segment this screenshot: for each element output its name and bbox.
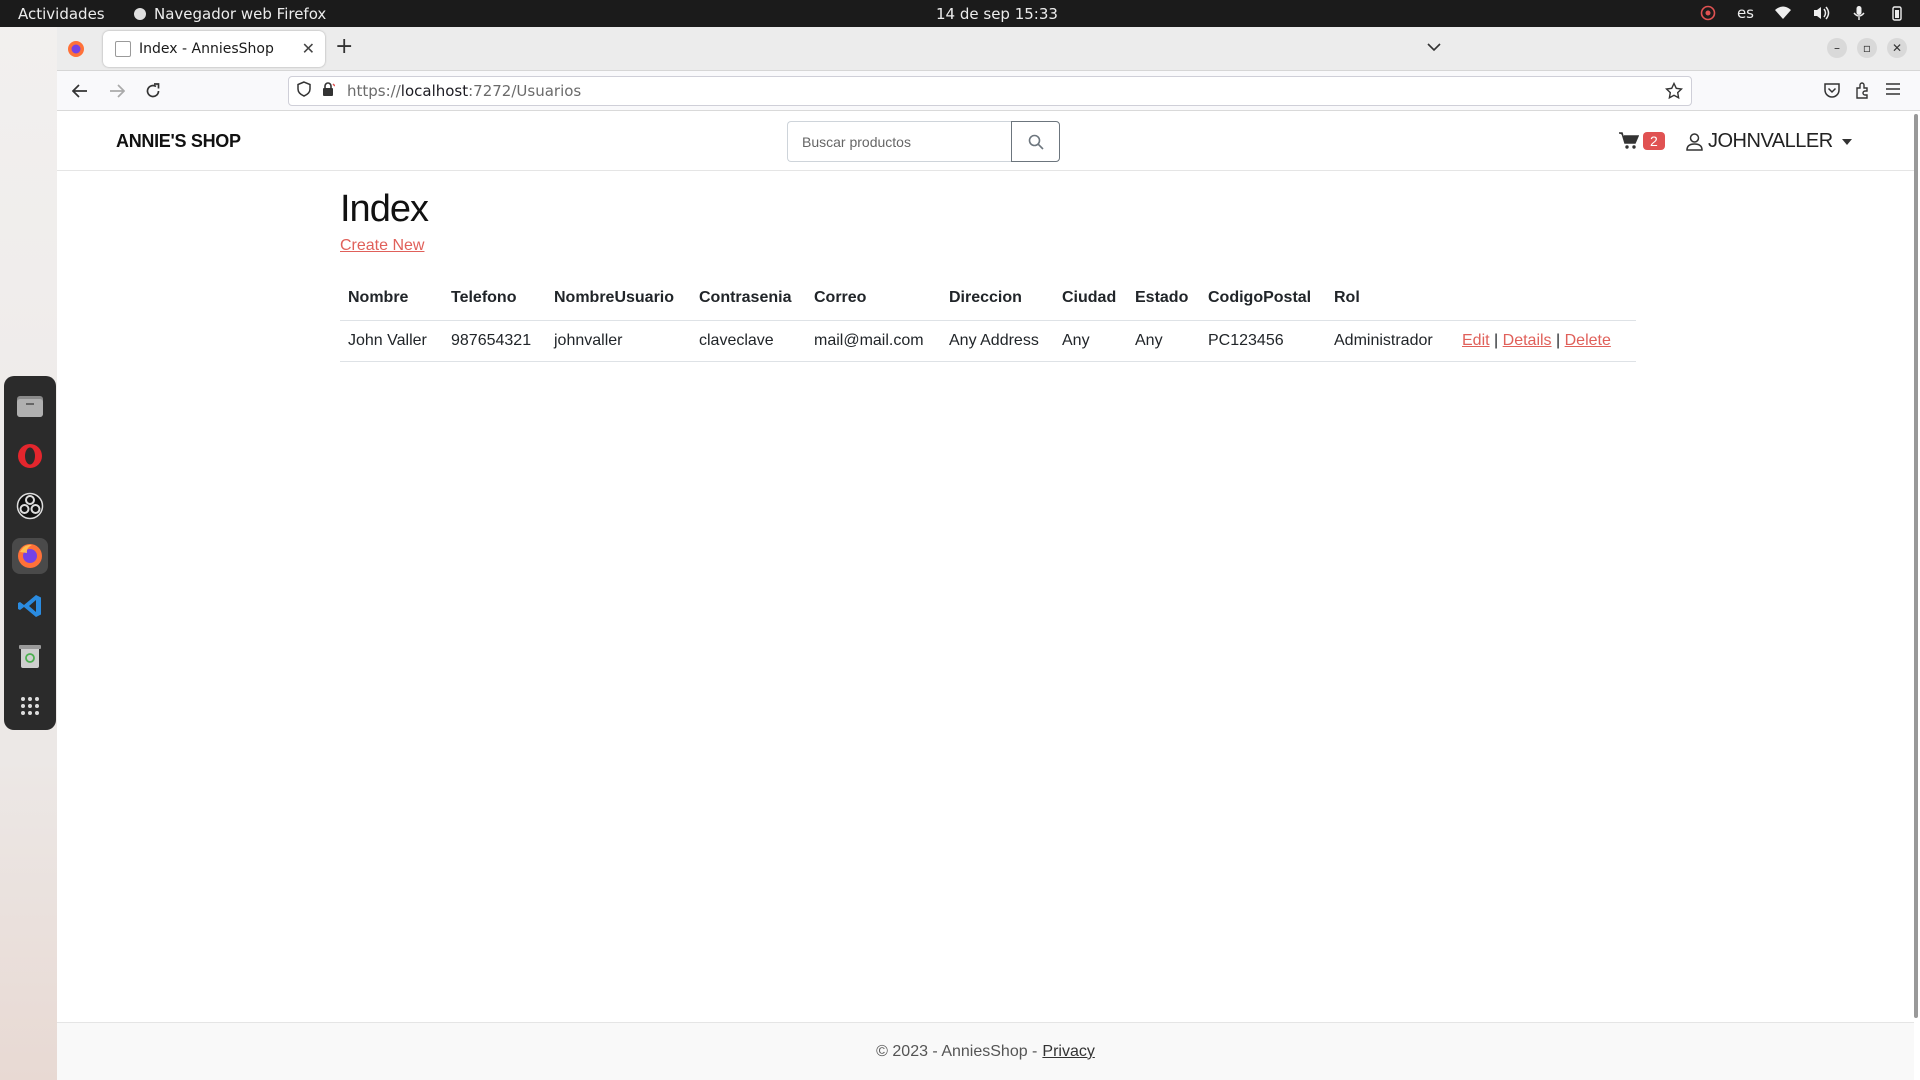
navigation-toolbar: https://localhost:7272/Usuarios — [57, 71, 1920, 111]
bookmark-star-icon[interactable] — [1664, 81, 1684, 104]
user-name: JOHNVALLER — [1708, 130, 1833, 152]
actions-column-header — [1454, 277, 1636, 321]
action-separator: | — [1494, 331, 1499, 349]
obs-studio-icon[interactable] — [12, 488, 48, 524]
volume-icon[interactable] — [1812, 4, 1830, 22]
keyboard-language[interactable]: es — [1737, 4, 1754, 22]
wifi-icon[interactable] — [1774, 4, 1792, 22]
firefox-view-icon[interactable] — [67, 40, 85, 58]
firefox-app-icon — [134, 8, 146, 20]
column-header: Rol — [1326, 277, 1454, 321]
page-title: Index — [340, 188, 429, 230]
files-icon[interactable] — [12, 388, 48, 424]
close-window-icon[interactable]: ✕ — [1887, 38, 1907, 58]
search-icon — [1028, 134, 1044, 150]
forward-icon[interactable] — [107, 81, 127, 101]
system-tray[interactable]: es — [1699, 4, 1906, 22]
close-tab-icon[interactable]: ✕ — [302, 39, 315, 58]
tracking-protection-icon[interactable] — [297, 81, 311, 101]
reload-icon[interactable] — [143, 81, 163, 101]
column-header: CodigoPostal — [1200, 277, 1326, 321]
cart-button[interactable]: 2 — [1619, 132, 1665, 150]
minimize-window-icon[interactable]: – — [1827, 38, 1847, 58]
dock — [4, 376, 56, 730]
tab-index-anniesshop[interactable]: Index - AnniesShop ✕ — [103, 31, 325, 67]
vscode-icon[interactable] — [12, 588, 48, 624]
column-header: Contrasenia — [691, 277, 806, 321]
main-content: Index Create New Nombre Telefono NombreU… — [340, 188, 1640, 362]
url-text: https://localhost:7272/Usuarios — [347, 82, 582, 100]
cell-rol: Administrador — [1326, 320, 1454, 362]
chevron-down-icon — [1841, 138, 1852, 145]
new-tab-icon[interactable]: + — [335, 36, 353, 58]
site-security-icon[interactable] — [321, 81, 336, 101]
column-header: Nombre — [340, 277, 443, 321]
site-header: ANNIE'S SHOP 2 JOHNVALLER — [57, 112, 1914, 171]
cell-actions: Edit | Details | Delete — [1454, 320, 1636, 362]
user-icon — [1686, 132, 1703, 151]
firefox-window: Index - AnniesShop ✕ + – ▫ ✕ https://loc… — [57, 27, 1920, 1080]
power-menu-icon[interactable] — [1888, 4, 1906, 22]
cell-codigopostal: PC123456 — [1200, 320, 1326, 362]
table-row: John Valler 987654321 johnvaller clavecl… — [340, 320, 1636, 362]
users-table: Nombre Telefono NombreUsuario Contraseni… — [340, 277, 1636, 362]
footer-copyright: © 2023 - AnniesShop - — [876, 1042, 1038, 1060]
cell-ciudad: Any — [1054, 320, 1127, 362]
chrome-remote-icon[interactable] — [1699, 4, 1717, 22]
app-menu[interactable]: Navegador web Firefox — [134, 5, 326, 23]
cell-nombreusuario: johnvaller — [546, 320, 691, 362]
search-button[interactable] — [1011, 121, 1060, 162]
site-brand[interactable]: ANNIE'S SHOP — [116, 131, 241, 152]
column-header: Estado — [1127, 277, 1200, 321]
microphone-icon[interactable] — [1850, 4, 1868, 22]
maximize-window-icon[interactable]: ▫ — [1857, 38, 1877, 58]
user-dropdown[interactable]: JOHNVALLER — [1686, 130, 1852, 153]
product-search — [787, 121, 1060, 162]
column-header: Ciudad — [1054, 277, 1127, 321]
cell-contrasenia: claveclave — [691, 320, 806, 362]
opera-icon[interactable] — [12, 438, 48, 474]
address-bar[interactable]: https://localhost:7272/Usuarios — [288, 76, 1692, 106]
cell-nombre: John Valler — [340, 320, 443, 362]
delete-link[interactable]: Delete — [1565, 332, 1611, 349]
site-footer: © 2023 - AnniesShop - Privacy — [57, 1022, 1914, 1080]
clock[interactable]: 14 de sep 15:33 — [936, 5, 1058, 23]
column-header: Telefono — [443, 277, 546, 321]
cell-estado: Any — [1127, 320, 1200, 362]
page-favicon-icon — [115, 41, 131, 57]
action-separator: | — [1556, 331, 1561, 349]
web-page: ANNIE'S SHOP 2 JOHNVALLER Index Create N… — [57, 112, 1920, 1080]
search-input[interactable] — [787, 121, 1011, 162]
cart-count-badge: 2 — [1643, 132, 1665, 150]
column-header: NombreUsuario — [546, 277, 691, 321]
column-header: Correo — [806, 277, 941, 321]
edit-link[interactable]: Edit — [1462, 332, 1490, 349]
table-header-row: Nombre Telefono NombreUsuario Contraseni… — [340, 277, 1636, 321]
list-all-tabs-icon[interactable] — [1427, 37, 1441, 56]
app-menu-icon[interactable] — [1885, 81, 1901, 100]
trash-icon[interactable] — [12, 638, 48, 674]
cart-icon — [1619, 132, 1639, 149]
column-header: Direccion — [941, 277, 1054, 321]
app-menu-label: Navegador web Firefox — [154, 5, 327, 23]
firefox-dock-icon[interactable] — [12, 538, 48, 574]
tab-strip: Index - AnniesShop ✕ + – ▫ ✕ — [57, 27, 1920, 71]
system-top-bar: Actividades Navegador web Firefox 14 de … — [0, 0, 1920, 27]
cell-direccion: Any Address — [941, 320, 1054, 362]
page-scrollbar[interactable] — [1914, 114, 1918, 1018]
extensions-icon[interactable] — [1854, 81, 1872, 103]
tab-title: Index - AnniesShop — [139, 41, 274, 57]
cell-correo: mail@mail.com — [806, 320, 941, 362]
back-icon[interactable] — [70, 81, 90, 101]
details-link[interactable]: Details — [1503, 332, 1552, 349]
cell-telefono: 987654321 — [443, 320, 546, 362]
show-apps-icon[interactable] — [12, 688, 48, 724]
pocket-icon[interactable] — [1823, 81, 1841, 103]
create-new-link[interactable]: Create New — [340, 237, 424, 255]
activities-button[interactable]: Actividades — [18, 5, 105, 23]
privacy-link[interactable]: Privacy — [1042, 1043, 1094, 1061]
